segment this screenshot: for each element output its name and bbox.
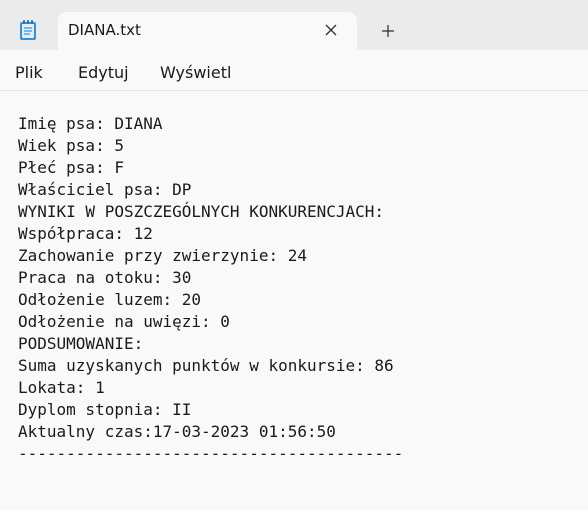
menu-file[interactable]: Plik <box>15 63 43 82</box>
document-text: Imię psa: DIANA Wiek psa: 5 Płeć psa: F … <box>18 113 403 465</box>
text-line: Odłożenie na uwięzi: 0 <box>18 312 230 331</box>
text-line: WYNIKI W POSZCZEGÓLNYCH KONKURENCJACH: <box>18 202 385 221</box>
text-line: Współpraca: 12 <box>18 224 153 243</box>
menu-bar: Plik Edytuj Wyświetl <box>0 50 588 91</box>
text-line: Odłożenie luzem: 20 <box>18 290 202 309</box>
text-line: Wiek psa: 5 <box>18 136 124 155</box>
text-line: Suma uzyskanych punktów w konkursie: 86 <box>18 356 394 375</box>
document-tab[interactable]: DIANA.txt <box>58 12 357 50</box>
tab-title: DIANA.txt <box>68 21 141 39</box>
text-line: Lokata: 1 <box>18 378 105 397</box>
text-line: Aktualny czas:17-03-2023 01:56:50 <box>18 422 336 441</box>
text-line: Dyplom stopnia: II <box>18 400 192 419</box>
menu-edit[interactable]: Edytuj <box>78 63 129 82</box>
text-line: Praca na otoku: 30 <box>18 268 192 287</box>
title-bar: DIANA.txt <box>0 0 588 50</box>
text-line: ---------------------------------------- <box>18 444 404 463</box>
text-line: PODSUMOWANIE: <box>18 334 144 353</box>
text-editor[interactable]: Imię psa: DIANA Wiek psa: 5 Płeć psa: F … <box>0 91 588 510</box>
close-icon[interactable] <box>324 23 338 37</box>
text-line: Płeć psa: F <box>18 158 124 177</box>
text-line: Imię psa: DIANA <box>18 114 163 133</box>
menu-view[interactable]: Wyświetl <box>160 63 231 82</box>
notepad-icon <box>20 20 36 40</box>
text-line: Zachowanie przy zwierzynie: 24 <box>18 246 307 265</box>
plus-icon[interactable] <box>381 24 395 38</box>
text-line: Właściciel psa: DP <box>18 180 192 199</box>
